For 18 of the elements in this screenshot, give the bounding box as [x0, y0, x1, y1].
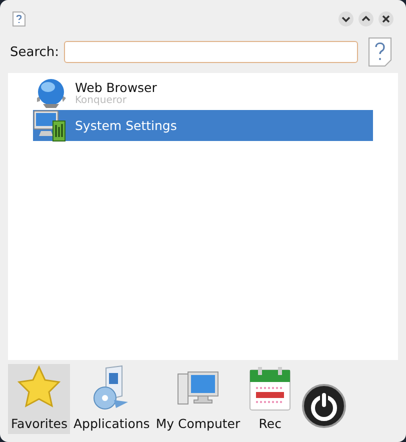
help-icon[interactable] — [368, 37, 392, 67]
collapse-button[interactable] — [338, 11, 354, 27]
tab[interactable]: My Computer — [152, 364, 244, 434]
power-icon — [300, 382, 348, 430]
menu-item[interactable]: System Settings — [33, 110, 373, 141]
menu-item[interactable]: Web Browser Konqueror — [33, 76, 373, 110]
search-label: Search: — [10, 44, 60, 60]
monitor-icon — [33, 108, 67, 142]
item-title: System Settings — [75, 118, 177, 133]
expand-button[interactable] — [358, 11, 374, 27]
tab[interactable]: Favorites — [8, 364, 70, 434]
tab[interactable]: Rec — [243, 364, 298, 434]
close-button[interactable] — [378, 11, 394, 27]
tab[interactable]: Applications — [70, 364, 153, 434]
item-subtitle: Konqueror — [75, 95, 128, 106]
help-icon[interactable] — [12, 11, 26, 27]
search-field[interactable] — [64, 41, 358, 63]
item-title: Web Browser — [75, 80, 157, 95]
